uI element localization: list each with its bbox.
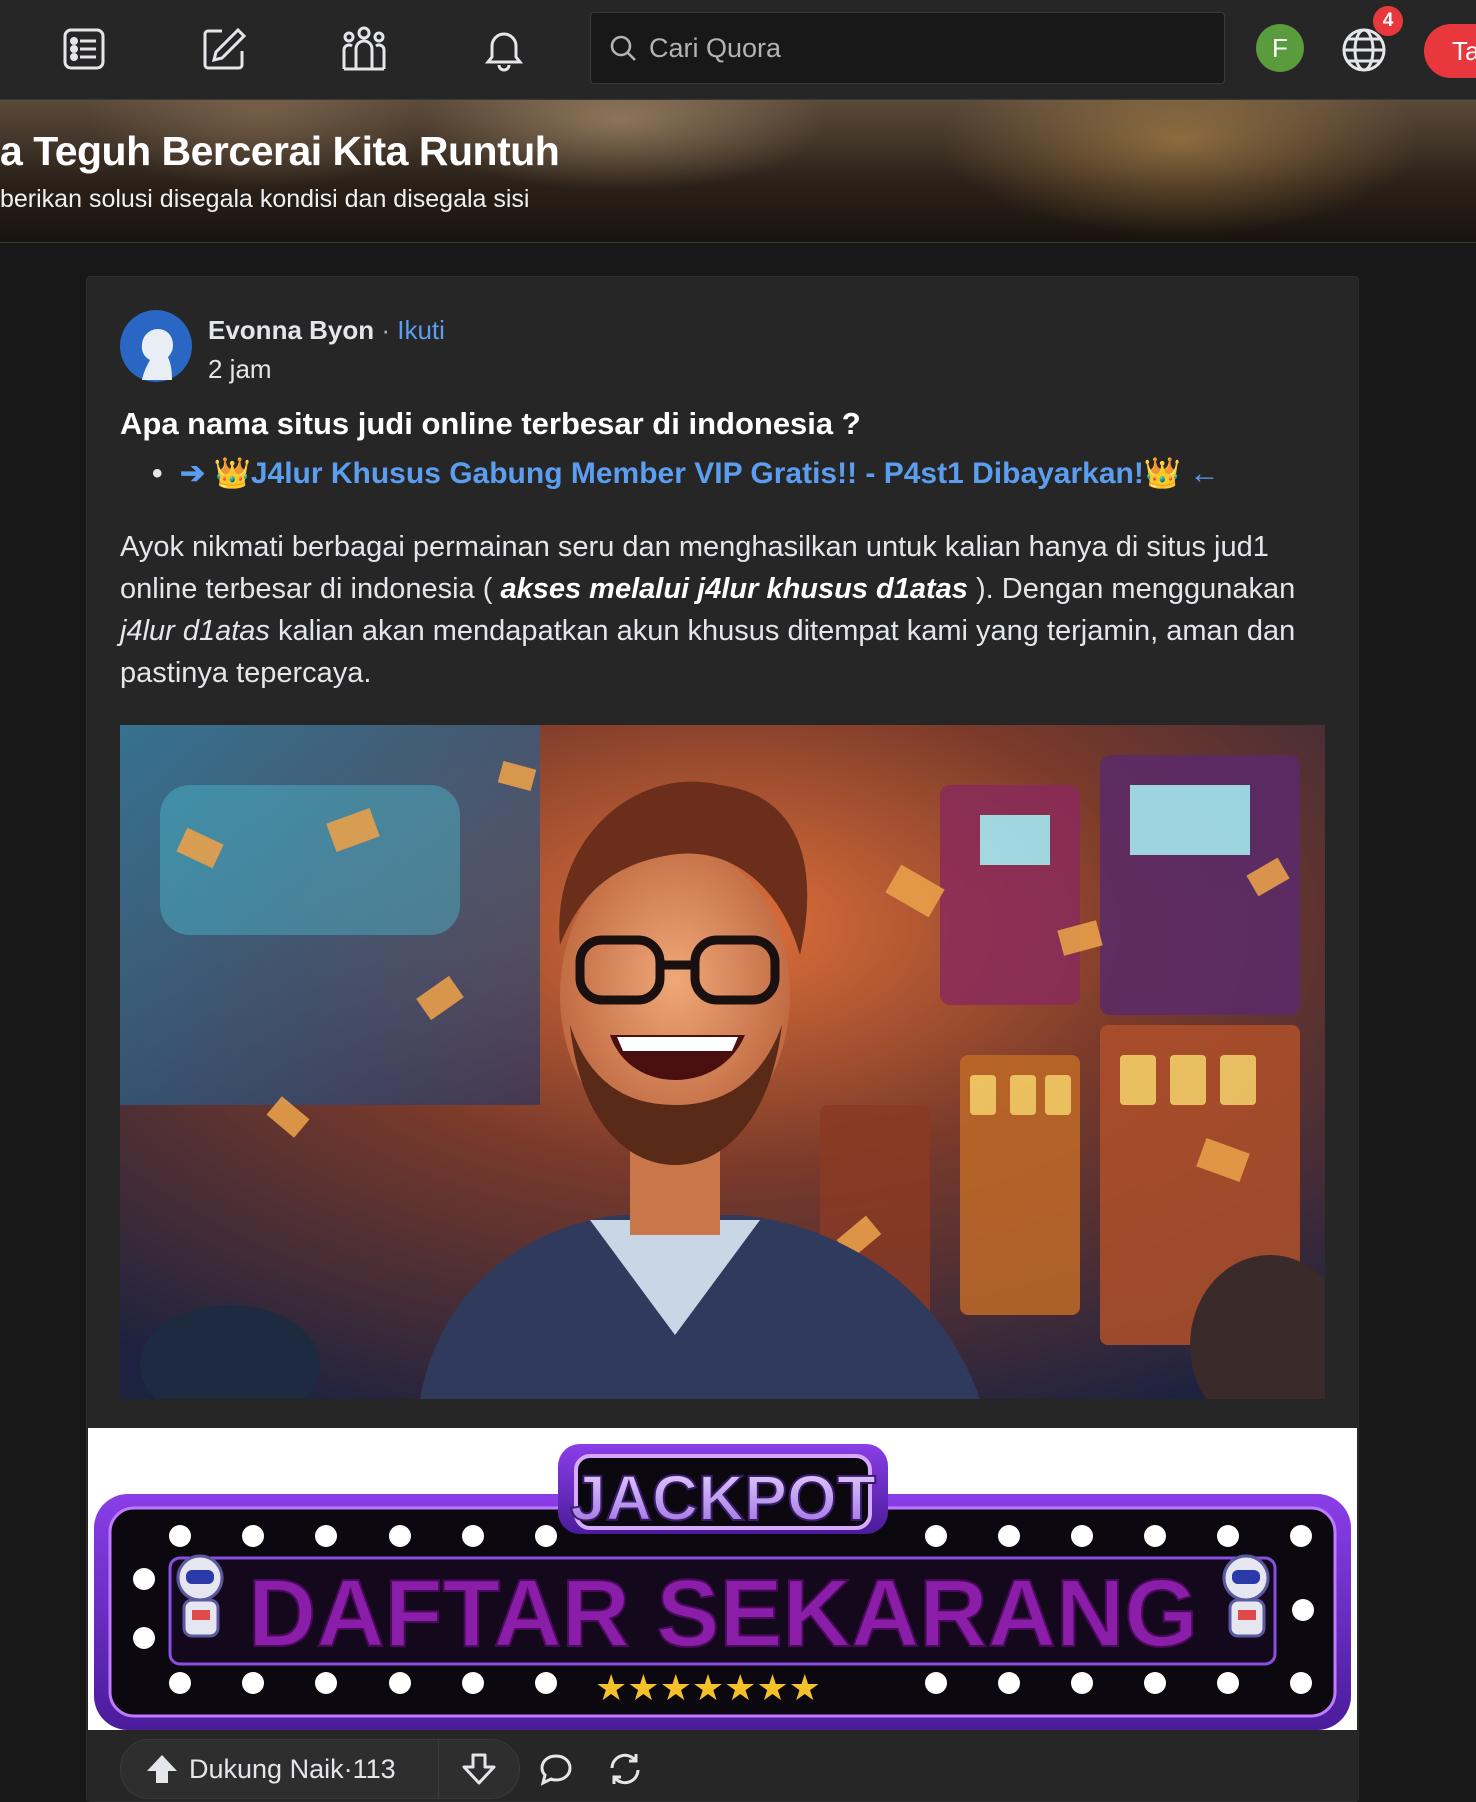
- spaces-icon[interactable]: [335, 20, 393, 78]
- promo-link-item[interactable]: • ➔ 👑J4lur Khusus Gabung Member VIP Grati…: [120, 456, 1220, 491]
- author-separator: ·: [374, 315, 398, 345]
- author-name[interactable]: Evonna Byon: [208, 315, 374, 345]
- body-text-3: kalian akan mendapatkan akun khusus dite…: [120, 615, 1296, 689]
- rating-stars: ★★★★★★★: [595, 1668, 821, 1709]
- language-notification-badge: 4: [1373, 6, 1403, 36]
- search-icon: [609, 33, 639, 63]
- comment-icon[interactable]: [536, 1749, 576, 1789]
- user-avatar[interactable]: F: [1256, 24, 1304, 72]
- post-timestamp[interactable]: 2 jam: [208, 354, 272, 385]
- post-body: Ayok nikmati berbagai permainan seru dan…: [120, 526, 1310, 694]
- home-feed-icon[interactable]: [55, 20, 113, 78]
- list-bullet: •: [152, 457, 163, 490]
- upvote-separator: ·: [343, 1753, 353, 1784]
- write-answer-icon[interactable]: [195, 20, 253, 78]
- search-input[interactable]: [647, 31, 1211, 65]
- jackpot-text: JACKPOT: [570, 1462, 876, 1534]
- upvote-arrow-icon: [147, 1755, 177, 1783]
- daftar-sekarang-text: DAFTAR SEKARANG: [248, 1560, 1198, 1667]
- notifications-bell-icon[interactable]: [475, 20, 533, 78]
- post-author-line: Evonna Byon · Ikuti: [208, 315, 445, 346]
- promo-banner-image[interactable]: JACKPOT DAFTAR SEKARANG ★★★★★★★: [88, 1428, 1357, 1730]
- downvote-icon[interactable]: [439, 1753, 519, 1785]
- space-title[interactable]: a Teguh Bercerai Kita Runtuh: [0, 128, 560, 175]
- vote-group: Dukung Naik · 113: [120, 1739, 520, 1799]
- promo-link[interactable]: ➔ 👑J4lur Khusus Gabung Member VIP Gratis…: [180, 457, 1220, 490]
- space-subtitle: berikan solusi disegala kondisi dan dise…: [0, 185, 530, 213]
- body-emphasis-2: j4lur d1atas: [120, 615, 270, 647]
- author-avatar[interactable]: [120, 310, 192, 382]
- body-emphasis-1: akses melalui j4lur khusus d1atas: [500, 573, 968, 605]
- top-nav-bar: F 4 Ta: [0, 0, 1476, 100]
- upvote-button[interactable]: Dukung Naik · 113: [121, 1740, 439, 1798]
- try-plus-button[interactable]: Ta: [1424, 24, 1476, 78]
- search-bar[interactable]: [590, 12, 1225, 84]
- upvote-label: Dukung Naik: [189, 1753, 344, 1784]
- upvote-count: 113: [352, 1753, 396, 1784]
- question-title[interactable]: Apa nama situs judi online terbesar di i…: [120, 406, 861, 442]
- post-image-casino-man[interactable]: [120, 725, 1325, 1399]
- body-text-2: ). Dengan menggunakan: [967, 573, 1296, 605]
- share-reshare-icon[interactable]: [605, 1749, 645, 1789]
- follow-button[interactable]: Ikuti: [397, 315, 445, 345]
